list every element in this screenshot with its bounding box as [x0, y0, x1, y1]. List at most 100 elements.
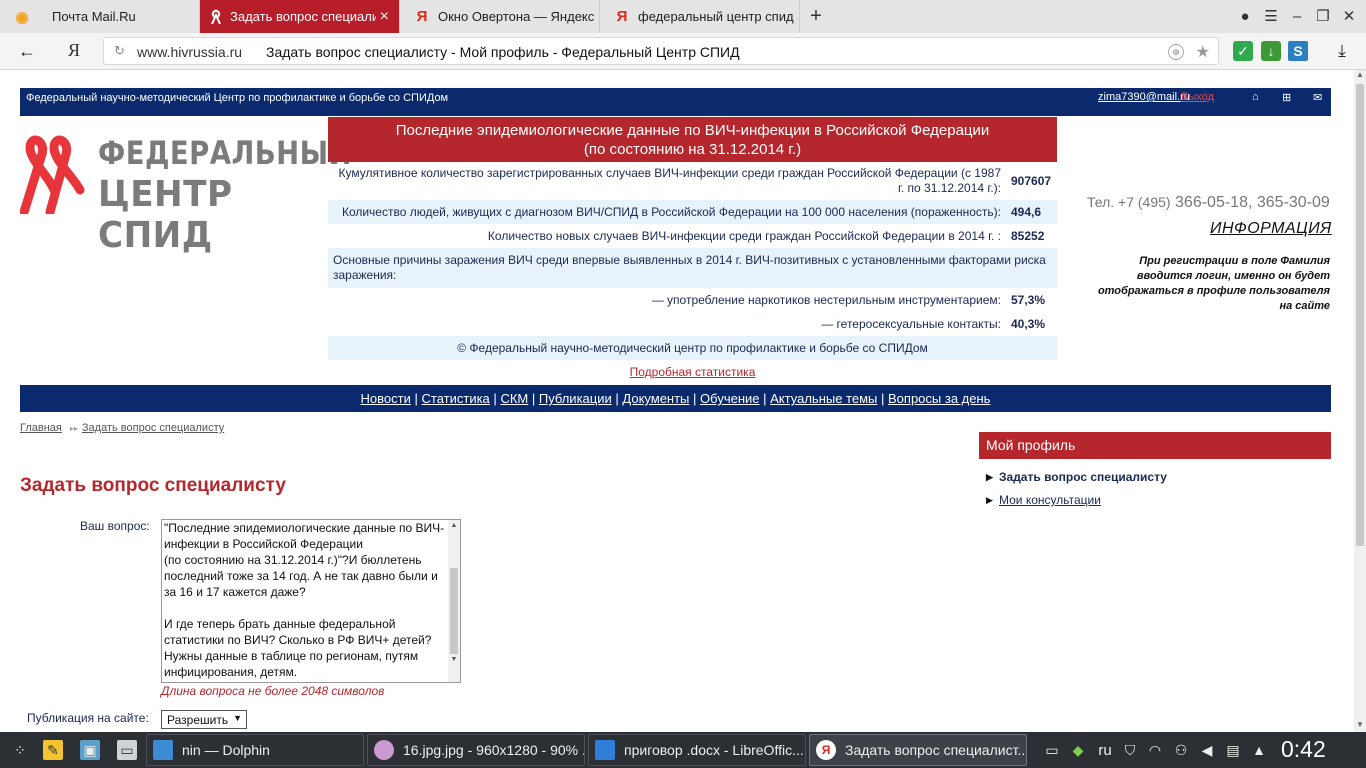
- contact-phone: Тел. +7 (495) 366-05-18, 365-30-09: [1087, 194, 1330, 212]
- menu-separator: |: [493, 391, 497, 406]
- task-libreoffice[interactable]: приговор .docx - LibreOffic...: [588, 734, 806, 766]
- tray-expand-icon[interactable]: ▲: [1249, 740, 1269, 760]
- download-extension-icon[interactable]: ↓: [1261, 41, 1281, 61]
- keyboard-language[interactable]: ru: [1094, 740, 1116, 760]
- mail-ru-icon: ◉: [15, 8, 29, 26]
- battery-icon[interactable]: ▭: [1042, 740, 1062, 760]
- minimize-icon[interactable]: –: [1287, 6, 1307, 26]
- stats-label: Кумулятивное количество зарегистрированн…: [338, 166, 1001, 195]
- adblock-shield-icon[interactable]: ✓: [1233, 41, 1253, 61]
- task-yandex-browser[interactable]: Я Задать вопрос специалист...: [809, 734, 1027, 766]
- reload-icon[interactable]: ↻: [114, 43, 125, 59]
- question-length-hint: Длина вопроса не более 2048 символов: [161, 684, 385, 698]
- textarea-scroll-thumb[interactable]: [450, 568, 458, 654]
- info-text: При регистрации в поле Фамилия вводится …: [1097, 255, 1330, 312]
- browser-toolbar: ← Я ↻ www.hivrussia.ru Задать вопрос спе…: [0, 33, 1366, 70]
- menu-item-news[interactable]: Новости: [361, 391, 411, 406]
- app-launcher-icon[interactable]: ⁘: [10, 740, 30, 760]
- menu-item-documents[interactable]: Документы: [622, 391, 689, 406]
- breadcrumb-arrow-icon: ▸▸: [69, 424, 78, 433]
- detailed-stats-link[interactable]: Подробная статистика: [630, 365, 756, 380]
- address-bar[interactable]: ↻ www.hivrussia.ru Задать вопрос специал…: [103, 37, 1219, 65]
- yandex-logo-icon[interactable]: Я: [68, 40, 80, 61]
- file-manager-icon[interactable]: ▣: [80, 740, 100, 760]
- notes-icon[interactable]: ✎: [43, 740, 63, 760]
- clock[interactable]: 0:42: [1281, 736, 1326, 763]
- tab-mail-ru[interactable]: ◉ Почта Mail.Ru: [0, 0, 200, 33]
- clipboard-icon[interactable]: ▤: [1223, 740, 1243, 760]
- logout-link[interactable]: Выход: [1181, 91, 1214, 103]
- stats-value: 85252: [1011, 228, 1045, 243]
- tab-ask-specialist[interactable]: Задать вопрос специалистам ×: [200, 0, 400, 33]
- scroll-down-arrow-icon[interactable]: ▼: [448, 656, 460, 663]
- volume-icon[interactable]: ◀: [1197, 740, 1217, 760]
- menu-item-topics[interactable]: Актуальные темы: [770, 391, 877, 406]
- shield-icon[interactable]: ⛉: [1120, 740, 1140, 760]
- network-icon[interactable]: ⚇: [1171, 740, 1191, 760]
- task-label: 16.jpg.jpg - 960x1280 - 90% ...: [403, 742, 585, 758]
- wifi-icon[interactable]: ◠: [1145, 740, 1165, 760]
- menu-item-education[interactable]: Обучение: [700, 391, 759, 406]
- new-tab-button[interactable]: +: [806, 5, 826, 27]
- close-window-icon[interactable]: ✕: [1339, 6, 1359, 26]
- downloads-icon[interactable]: ⤓: [1332, 41, 1352, 61]
- stats-header: Последние эпидемиологические данные по В…: [328, 117, 1057, 162]
- tab-search-aids[interactable]: Я федеральный центр спид: [600, 0, 800, 33]
- translate-icon[interactable]: ⊕: [1168, 44, 1184, 60]
- profile-heading: Мой профиль: [979, 432, 1331, 459]
- scroll-up-arrow-icon[interactable]: ▲: [448, 522, 460, 529]
- page-scroll-thumb[interactable]: [1356, 84, 1364, 546]
- menu-separator: |: [763, 391, 767, 406]
- scroll-up-arrow-icon[interactable]: ▲: [1354, 70, 1366, 82]
- info-heading[interactable]: ИНФОРМАЦИЯ: [1210, 220, 1332, 238]
- bookmark-star-icon[interactable]: ★: [1196, 42, 1210, 62]
- stats-value: 907607: [1011, 173, 1052, 188]
- breadcrumb-home[interactable]: Главная: [20, 422, 62, 434]
- menu-separator: |: [615, 391, 619, 406]
- publish-label: Публикация на сайте:: [27, 711, 149, 725]
- evernote-icon[interactable]: ◆: [1068, 740, 1088, 760]
- menu-item-daily-questions[interactable]: Вопросы за день: [888, 391, 990, 406]
- question-textarea[interactable]: "Последние эпидемиологические данные по …: [161, 519, 461, 683]
- restore-icon[interactable]: ❐: [1313, 6, 1333, 26]
- aids-ribbon-icon: [208, 9, 224, 25]
- page-scrollbar[interactable]: ▲ ▼: [1354, 70, 1366, 732]
- profile-item-label: Задать вопрос специалисту: [999, 470, 1167, 484]
- breadcrumb-current[interactable]: Задать вопрос специалисту: [82, 422, 224, 434]
- menu-item-statistics[interactable]: Статистика: [422, 391, 490, 406]
- stats-row: Количество новых случаев ВИЧ-инфекции ср…: [328, 224, 1057, 248]
- task-dolphin[interactable]: nin — Dolphin: [146, 734, 364, 766]
- mail-icon[interactable]: ✉: [1313, 91, 1322, 104]
- sitemap-icon[interactable]: ⊞: [1282, 91, 1291, 104]
- publish-select[interactable]: Разрешить ▼: [161, 710, 247, 729]
- home-icon[interactable]: ⌂: [1252, 91, 1259, 103]
- task-image-viewer[interactable]: 16.jpg.jpg - 960x1280 - 90% ...: [367, 734, 585, 766]
- menu-separator: |: [414, 391, 418, 406]
- desktop-icon[interactable]: ▭: [117, 740, 137, 760]
- site-logo[interactable]: ФЕДЕРАЛЬНЫЙ ЦЕНТР СПИД: [20, 130, 352, 256]
- menu-item-skm[interactable]: СКМ: [500, 391, 528, 406]
- os-taskbar: ⁘ ✎ ▣ ▭ nin — Dolphin 16.jpg.jpg - 960x1…: [0, 732, 1366, 768]
- stats-label: Количество людей, живущих с диагнозом ВИ…: [341, 204, 1001, 219]
- url-domain: www.hivrussia.ru: [137, 44, 243, 60]
- stats-row: Кумулятивное количество зарегистрированн…: [328, 162, 1057, 200]
- menu-item-publications[interactable]: Публикации: [539, 391, 612, 406]
- sync-extension-icon[interactable]: S: [1288, 41, 1308, 61]
- folder-icon: [153, 740, 173, 760]
- scroll-down-arrow-icon[interactable]: ▼: [1354, 720, 1366, 732]
- profile-item-ask[interactable]: ▶ Задать вопрос специалисту: [979, 470, 1331, 484]
- page-title: Задать вопрос специалисту: [20, 475, 286, 496]
- back-arrow-icon[interactable]: ←: [18, 41, 36, 62]
- tab-overton[interactable]: Я Окно Овертона — Яндекс: [400, 0, 600, 33]
- textarea-scrollbar[interactable]: ▲ ▼: [448, 520, 460, 682]
- profile-item-consultations[interactable]: ▶ Мои консультации: [979, 493, 1331, 507]
- close-tab-icon[interactable]: ×: [376, 8, 389, 26]
- user-email-link[interactable]: zima7390@mail.ru: [1098, 91, 1190, 103]
- stats-causes-row: Основные причины заражения ВИЧ среди впе…: [328, 248, 1057, 288]
- profile-icon[interactable]: ●: [1235, 6, 1255, 26]
- stats-label: — употребление наркотиков нестерильным и…: [651, 292, 1001, 307]
- menu-icon[interactable]: ☰: [1261, 6, 1281, 26]
- yandex-browser-icon: Я: [816, 740, 836, 760]
- url-page-title: Задать вопрос специалисту - Мой профиль …: [266, 44, 740, 60]
- publish-selected-value: Разрешить: [167, 713, 229, 727]
